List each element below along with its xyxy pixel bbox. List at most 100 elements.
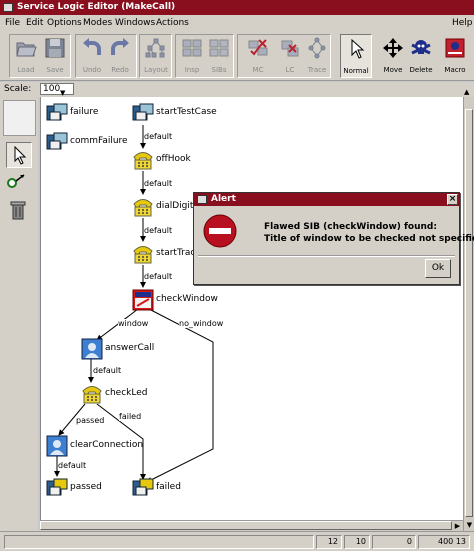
dialog-separator xyxy=(198,255,455,257)
dialog-menu-icon[interactable] xyxy=(197,195,207,204)
menu-actions[interactable]: Actions xyxy=(156,15,189,31)
redo-arrow-icon xyxy=(111,38,129,55)
menu-file[interactable]: File xyxy=(5,15,20,31)
close-icon[interactable]: × xyxy=(447,194,458,205)
connect-tool-button[interactable] xyxy=(6,169,32,195)
skull-crossbones-icon xyxy=(411,40,431,55)
edge-label-default-5: default xyxy=(93,366,122,375)
toolbar: Load Save Undo Redo Layout Insp SIBs MC … xyxy=(0,31,474,81)
inspector-grid-icon xyxy=(182,39,202,57)
vertical-scrollbar[interactable]: ▼ xyxy=(463,97,474,531)
edge-label-window: window xyxy=(118,319,149,328)
save-label: Save xyxy=(46,66,64,74)
sib-block-icon xyxy=(46,478,68,496)
trace-button[interactable]: Trace xyxy=(302,34,332,78)
node-label: offHook xyxy=(156,154,191,164)
edge-label-default-4: default xyxy=(144,272,173,281)
horizontal-scroll-thumb[interactable] xyxy=(40,521,452,530)
node-label: commFailure xyxy=(70,136,128,146)
call-agent-icon xyxy=(81,338,103,360)
normal-label: Normal xyxy=(343,67,369,75)
vertical-scroll-thumb[interactable] xyxy=(465,109,473,517)
node-label: answerCall xyxy=(105,343,155,353)
sib-block-icon xyxy=(132,103,154,121)
delete-label: Delete xyxy=(409,66,433,74)
model-check-icon xyxy=(248,39,268,56)
trace-graph-icon xyxy=(308,37,326,59)
menu-bar: File Edit Options Modes Windows Actions … xyxy=(0,15,474,31)
sib-grid-icon xyxy=(209,39,229,57)
save-button[interactable]: Save xyxy=(40,34,70,78)
alert-message-line2: Title of window to be checked not specif… xyxy=(264,234,474,244)
node-label: checkWindow xyxy=(156,294,218,304)
menu-options[interactable]: Options xyxy=(47,15,82,31)
alert-title: Alert xyxy=(211,194,236,204)
node-label: startTestCase xyxy=(156,107,217,117)
sibs-button[interactable]: SIBs xyxy=(204,34,234,78)
ok-button[interactable]: Ok xyxy=(425,259,451,278)
alert-message: Flawed SIB (checkWindow) found: Title of… xyxy=(264,221,474,245)
status-field-2: 10 xyxy=(344,535,370,549)
floppy-disk-icon xyxy=(45,38,65,58)
undo-arrow-icon xyxy=(83,38,101,55)
move-cross-icon xyxy=(383,38,403,58)
edge-checkwindow-failed[interactable] xyxy=(146,308,214,483)
layout-button[interactable]: Layout xyxy=(141,34,171,78)
telephone-icon xyxy=(133,152,153,170)
normal-mode-button[interactable]: Normal xyxy=(340,34,372,78)
node-label: dialDigits xyxy=(156,201,199,211)
redo-button[interactable]: Redo xyxy=(105,34,135,78)
telephone-icon xyxy=(82,386,102,404)
horizontal-scrollbar[interactable]: ▶ xyxy=(40,520,463,531)
folder-open-icon xyxy=(16,42,37,57)
scale-select[interactable]: 100 xyxy=(40,83,74,95)
window-title-bar[interactable]: Service Logic Editor (MakeCall) xyxy=(0,0,474,15)
edge-label-default-6: default xyxy=(58,461,87,470)
call-agent-icon xyxy=(46,435,68,457)
window-menu-icon[interactable] xyxy=(3,3,13,12)
flawed-window-icon xyxy=(132,289,154,311)
connect-edge-icon xyxy=(7,174,25,188)
tree-layout-icon xyxy=(145,38,165,58)
local-check-icon xyxy=(281,40,299,57)
edge-label-default-1: default xyxy=(144,132,173,141)
status-field-3: 0 xyxy=(372,535,416,549)
scale-bar: Scale: 100 ▼ ▲ xyxy=(0,82,474,97)
menu-modes[interactable]: Modes xyxy=(83,15,112,31)
telephone-icon xyxy=(133,246,153,264)
menu-windows[interactable]: Windows xyxy=(115,15,155,31)
node-label: passed xyxy=(70,482,102,492)
delete-mode-button[interactable]: Delete xyxy=(406,34,436,78)
status-bar: 12 10 0 400 13 xyxy=(0,531,474,551)
alert-dialog: Alert × Flawed SIB (checkWindow) found: … xyxy=(193,192,474,285)
alert-message-line1: Flawed SIB (checkWindow) found: xyxy=(264,222,437,232)
edge-label-no-window: no_window xyxy=(179,319,224,328)
scroll-down-icon[interactable]: ▼ xyxy=(464,520,474,531)
select-tool-button[interactable] xyxy=(6,142,32,168)
menu-help[interactable]: Help xyxy=(452,15,473,31)
scale-label: Scale: xyxy=(4,84,32,94)
trash-tool-button[interactable] xyxy=(6,198,32,224)
telephone-icon xyxy=(133,199,153,217)
tool-palette-preview xyxy=(3,100,36,136)
macro-sib-icon xyxy=(445,38,465,58)
layout-label: Layout xyxy=(144,66,168,74)
macro-label: Macro xyxy=(444,66,466,74)
trace-label: Trace xyxy=(307,66,327,74)
node-label: failed xyxy=(156,482,181,492)
mc-button[interactable]: MC xyxy=(243,34,273,78)
sib-block-icon xyxy=(46,132,68,150)
sibs-label: SIBs xyxy=(211,66,227,74)
macro-mode-button[interactable]: Macro xyxy=(440,34,470,78)
alert-title-bar[interactable]: Alert × xyxy=(194,193,459,206)
node-label: clearConnection xyxy=(70,440,144,450)
window-title: Service Logic Editor (MakeCall) xyxy=(17,2,176,12)
menu-edit[interactable]: Edit xyxy=(26,15,43,31)
node-label: checkLed xyxy=(105,388,148,398)
status-message xyxy=(4,535,314,549)
graph-canvas[interactable]: default default default default window n… xyxy=(40,97,463,520)
redo-label: Redo xyxy=(111,66,129,74)
edge-label-passed: passed xyxy=(76,416,105,425)
edge-label-failed: failed xyxy=(119,412,142,421)
error-stop-icon xyxy=(203,214,237,248)
